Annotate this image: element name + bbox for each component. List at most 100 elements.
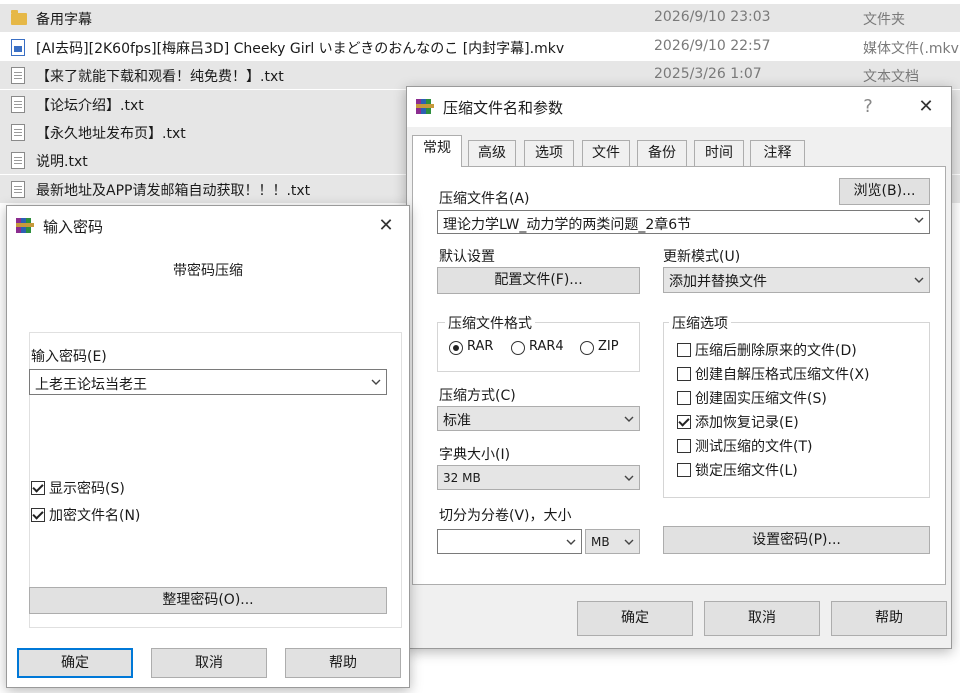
archive-parameters-dialog: 压缩文件名和参数 ? ✕ 常规 高级 选项 文件 备份 时间 注释 压缩文件名(… [406, 86, 952, 649]
archive-name-combo[interactable]: 理论力学LW_动力学的两类问题_2章6节 [437, 210, 930, 234]
delete-after-checkbox[interactable] [677, 343, 691, 357]
password-label: 输入密码(E) [31, 349, 107, 365]
file-name: 【论坛介绍】.txt [36, 98, 144, 114]
file-row[interactable]: 【来了就能下载和观看！纯免费！】.txt 2025/3/26 1:07 文本文档 [0, 61, 960, 89]
format-zip-radio[interactable] [580, 341, 594, 355]
archive-help-button[interactable]: 帮助 [831, 601, 947, 636]
password-value: 上老王论坛当老王 [35, 377, 147, 393]
tab-backup[interactable]: 备份 [637, 140, 687, 166]
show-password-checkbox[interactable] [31, 481, 45, 495]
solid-archive-checkbox[interactable] [677, 391, 691, 405]
archive-name-label: 压缩文件名(A) [439, 191, 530, 207]
lock-archive-checkbox[interactable] [677, 463, 691, 477]
password-dialog: 输入密码 ✕ 带密码压缩 输入密码(E) 上老王论坛当老王 显示密码(S) 加密… [6, 205, 410, 688]
split-unit-select[interactable]: MB [585, 529, 640, 554]
sfx-checkbox[interactable] [677, 367, 691, 381]
password-dialog-title: 输入密码 [43, 218, 104, 236]
split-volumes-label: 切分为分卷(V)，大小 [439, 508, 572, 524]
test-files-label: 测试压缩的文件(T) [695, 439, 813, 455]
organize-passwords-button[interactable]: 整理密码(O)... [29, 587, 387, 614]
archiving-options-label: 压缩选项 [669, 313, 731, 333]
update-mode-select[interactable]: 添加并替换文件 [663, 267, 930, 293]
update-mode-value: 添加并替换文件 [669, 274, 767, 290]
format-rar4-radio[interactable] [511, 341, 525, 355]
compression-method-select[interactable]: 标准 [437, 406, 640, 431]
password-dialog-titlebar[interactable]: 输入密码 ✕ [7, 206, 409, 246]
file-name: 备用字幕 [36, 12, 92, 28]
password-help-button[interactable]: 帮助 [285, 648, 401, 678]
set-password-button[interactable]: 设置密码(P)... [663, 526, 930, 554]
archive-ok-button[interactable]: 确定 [577, 601, 693, 636]
recovery-record-checkbox[interactable] [677, 415, 691, 429]
help-question-button[interactable]: ? [853, 93, 883, 121]
file-type: 文本文档 [863, 69, 919, 85]
profiles-button[interactable]: 配置文件(F)... [437, 267, 640, 294]
winrar-icon [416, 98, 435, 115]
tab-comment[interactable]: 注释 [750, 140, 805, 166]
general-tab-panel: 压缩文件名(A) 浏览(B)... 理论力学LW_动力学的两类问题_2章6节 默… [412, 166, 946, 585]
split-unit-value: MB [591, 535, 610, 549]
format-rar4-label: RAR4 [529, 339, 564, 354]
file-name: [AI去码][2K60fps][梅麻吕3D] Cheeky Girl いまどきの… [36, 41, 565, 57]
file-type: 媒体文件(.mkv [863, 41, 959, 57]
archive-format-label: 压缩文件格式 [445, 313, 535, 333]
chevron-down-icon [914, 277, 924, 283]
chevron-down-icon [624, 539, 634, 545]
file-row[interactable]: 备用字幕 2026/9/10 23:03 文件夹 [0, 4, 960, 32]
tab-time[interactable]: 时间 [694, 140, 744, 166]
close-icon[interactable]: ✕ [371, 212, 401, 240]
test-files-checkbox[interactable] [677, 439, 691, 453]
file-date: 2025/3/26 1:07 [654, 66, 762, 82]
format-rar-radio[interactable] [449, 341, 463, 355]
delete-after-label: 压缩后删除原来的文件(D) [695, 343, 857, 359]
tab-files[interactable]: 文件 [582, 140, 630, 166]
compression-method-label: 压缩方式(C) [439, 388, 516, 404]
chevron-down-icon [624, 475, 634, 481]
recovery-record-label: 添加恢复记录(E) [695, 415, 799, 431]
update-mode-label: 更新模式(U) [663, 249, 741, 265]
winrar-icon [16, 217, 35, 234]
password-dialog-body: 带密码压缩 输入密码(E) 上老王论坛当老王 显示密码(S) 加密文件名(N) … [7, 246, 409, 687]
format-rar-label: RAR [467, 339, 494, 354]
dictionary-size-label: 字典大小(I) [439, 447, 511, 463]
format-zip-label: ZIP [598, 339, 619, 354]
show-password-label: 显示密码(S) [49, 481, 125, 497]
browse-button[interactable]: 浏览(B)... [839, 178, 930, 205]
sfx-label: 创建自解压格式压缩文件(X) [695, 367, 870, 383]
chevron-down-icon [566, 539, 576, 545]
close-icon[interactable]: ✕ [911, 93, 941, 121]
dictionary-size-select[interactable]: 32 MB [437, 465, 640, 490]
tab-options[interactable]: 选项 [524, 140, 574, 166]
tab-advanced[interactable]: 高级 [468, 140, 516, 166]
password-cancel-button[interactable]: 取消 [151, 648, 267, 678]
password-dialog-subtitle: 带密码压缩 [173, 263, 243, 279]
file-name: 最新地址及APP请发邮箱自动获取！！！.txt [36, 183, 311, 199]
password-input[interactable]: 上老王论坛当老王 [29, 369, 387, 395]
file-name: 【永久地址发布页】.txt [36, 126, 186, 142]
chevron-down-icon [371, 379, 381, 385]
chevron-down-icon [624, 416, 634, 422]
file-row[interactable]: [AI去码][2K60fps][梅麻吕3D] Cheeky Girl いまどきの… [0, 33, 960, 61]
file-type: 文件夹 [863, 12, 905, 28]
split-size-input[interactable] [437, 529, 582, 554]
text-file-icon [11, 181, 25, 198]
archive-dialog-title: 压缩文件名和参数 [443, 99, 564, 117]
chevron-down-icon [914, 217, 924, 223]
folder-icon [11, 10, 27, 25]
archive-dialog-titlebar[interactable]: 压缩文件名和参数 ? ✕ [407, 87, 951, 127]
archive-cancel-button[interactable]: 取消 [704, 601, 820, 636]
lock-archive-label: 锁定压缩文件(L) [695, 463, 798, 479]
tab-general[interactable]: 常规 [412, 135, 462, 167]
file-name: 【来了就能下载和观看！纯免费！】.txt [36, 69, 284, 85]
dictionary-size-value: 32 MB [443, 471, 481, 485]
text-file-icon [11, 96, 25, 113]
text-file-icon [11, 67, 25, 84]
default-settings-label: 默认设置 [439, 249, 495, 265]
file-date: 2026/9/10 22:57 [654, 38, 771, 54]
archive-name-value: 理论力学LW_动力学的两类问题_2章6节 [443, 217, 692, 233]
encrypt-filenames-checkbox[interactable] [31, 508, 45, 522]
text-file-icon [11, 124, 25, 141]
password-ok-button[interactable]: 确定 [17, 648, 133, 678]
compression-method-value: 标准 [443, 413, 471, 429]
solid-archive-label: 创建固实压缩文件(S) [695, 391, 827, 407]
